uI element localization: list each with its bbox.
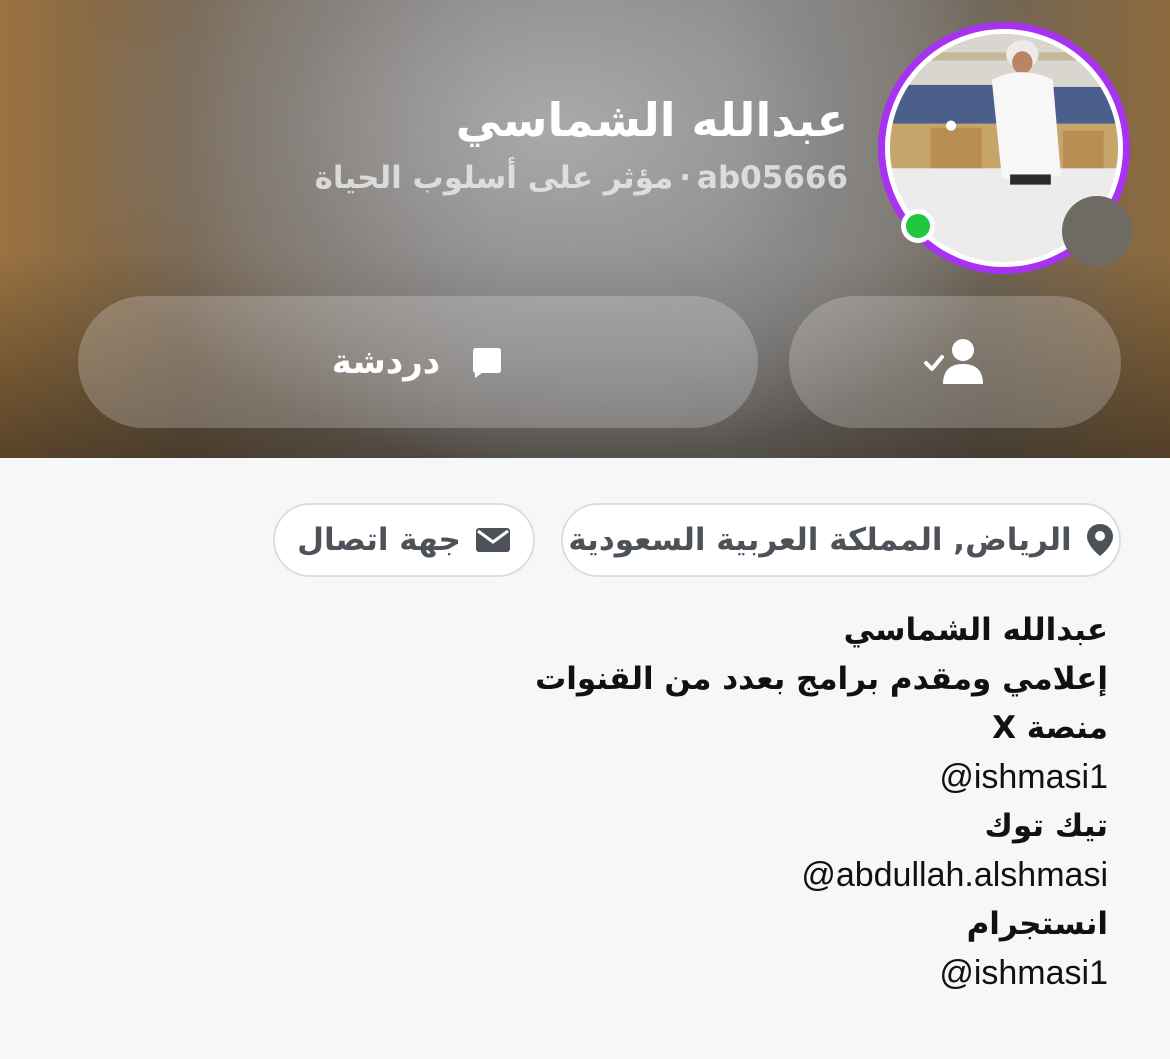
profile-header: عبدالله الشماسي ab05666·مؤثر على أسلوب ا… [0, 0, 1170, 458]
avatar-bitmoji-badge [1062, 196, 1132, 266]
location-text: الرياض, المملكة العربية السعودية [568, 522, 1072, 558]
subtitle-separator: · [679, 160, 692, 196]
profile-display-name: عبدالله الشماسي [455, 93, 848, 147]
bio-handle-tiktok[interactable]: @abdullah.alshmasi [408, 851, 1108, 900]
friend-added-icon [924, 339, 983, 384]
bio-handle-instagram[interactable]: @ishmasi1 [408, 949, 1108, 998]
online-status-indicator [901, 209, 935, 243]
bio-line: عبدالله الشماسي [843, 612, 1108, 648]
location-chip[interactable]: الرياض, المملكة العربية السعودية [561, 503, 1121, 577]
bio-line: تيك توك [984, 808, 1108, 844]
bio-line: منصة X [992, 710, 1108, 746]
profile-subtitle: ab05666·مؤثر على أسلوب الحياة [315, 160, 848, 196]
contact-chip[interactable]: جهة اتصال [273, 503, 535, 577]
friend-status-button[interactable] [789, 296, 1121, 428]
contact-text: جهة اتصال [297, 522, 461, 558]
location-pin-icon [1086, 524, 1113, 556]
chat-bubble-icon [473, 348, 502, 378]
profile-category: مؤثر على أسلوب الحياة [314, 160, 674, 196]
profile-page: عبدالله الشماسي ab05666·مؤثر على أسلوب ا… [0, 0, 1170, 1059]
envelope-icon [475, 528, 510, 552]
profile-username: ab05666 [697, 160, 848, 196]
bio-handle-x[interactable]: @ishmasi1 [408, 753, 1108, 802]
bio-line: إعلامي ومقدم برامج بعدد من القنوات [535, 661, 1108, 697]
chat-button-label: دردشة [331, 342, 441, 382]
chat-button[interactable]: دردشة [78, 296, 758, 428]
profile-bio: عبدالله الشماسي إعلامي ومقدم برامج بعدد … [408, 606, 1108, 998]
bio-line: انستجرام [966, 906, 1108, 942]
